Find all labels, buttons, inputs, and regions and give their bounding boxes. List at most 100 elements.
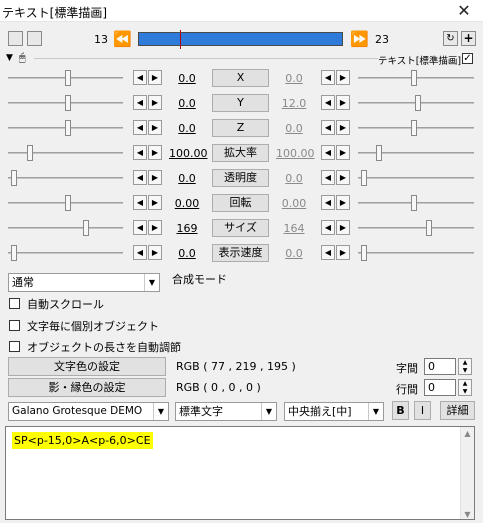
shadow-color-button[interactable]: 影・縁色の設定: [8, 378, 166, 397]
rotation-start-value[interactable]: 0.00: [169, 197, 205, 210]
size-start-increase-icon[interactable]: ▶: [148, 220, 162, 235]
timeline-bar[interactable]: [138, 30, 343, 49]
opacity-start-decrease-icon[interactable]: ◀: [133, 170, 147, 185]
char-spacing-spinner[interactable]: ▲ ▼: [458, 358, 472, 375]
loop-icon[interactable]: ↻: [443, 31, 458, 46]
x-end-value[interactable]: 0.0: [276, 72, 312, 85]
speed-start-slider-track[interactable]: [8, 252, 123, 254]
speed-start-value[interactable]: 0.0: [169, 247, 205, 260]
speed-start-increase-icon[interactable]: ▶: [148, 245, 162, 260]
y-end-decrease-icon[interactable]: ◀: [321, 95, 335, 110]
y-start-value[interactable]: 0.0: [169, 97, 205, 110]
scale-start-increase-icon[interactable]: ▶: [148, 145, 162, 160]
z-end-slider-thumb[interactable]: [411, 120, 417, 136]
opacity-start-increase-icon[interactable]: ▶: [148, 170, 162, 185]
scrollbar[interactable]: ▲ ▼: [460, 427, 474, 519]
x-start-slider-thumb[interactable]: [65, 70, 71, 86]
scale-start-decrease-icon[interactable]: ◀: [133, 145, 147, 160]
y-end-value[interactable]: 12.0: [276, 97, 312, 110]
size-end-slider-track[interactable]: [358, 227, 474, 229]
speed-end-slider-track[interactable]: [358, 252, 474, 254]
scale-start-value[interactable]: 100.00: [169, 147, 208, 160]
rotation-end-increase-icon[interactable]: ▶: [336, 195, 350, 210]
opacity-end-increase-icon[interactable]: ▶: [336, 170, 350, 185]
size-start-slider-track[interactable]: [8, 227, 123, 229]
rotation-start-slider-thumb[interactable]: [65, 195, 71, 211]
scale-end-increase-icon[interactable]: ▶: [336, 145, 350, 160]
size-end-value[interactable]: 164: [276, 222, 312, 235]
speed-param-button[interactable]: 表示速度: [212, 244, 269, 262]
bold-button[interactable]: B: [392, 401, 409, 420]
scale-start-slider-track[interactable]: [8, 152, 123, 154]
x-end-increase-icon[interactable]: ▶: [336, 70, 350, 85]
rotation-end-slider-thumb[interactable]: [411, 195, 417, 211]
detail-button[interactable]: 詳細: [440, 401, 475, 420]
size-end-decrease-icon[interactable]: ◀: [321, 220, 335, 235]
rotation-start-increase-icon[interactable]: ▶: [148, 195, 162, 210]
y-start-increase-icon[interactable]: ▶: [148, 95, 162, 110]
z-start-value[interactable]: 0.0: [169, 122, 205, 135]
opacity-start-value[interactable]: 0.0: [169, 172, 205, 185]
rotation-param-button[interactable]: 回転: [212, 194, 269, 212]
speed-end-value[interactable]: 0.0: [276, 247, 312, 260]
z-param-button[interactable]: Z: [212, 119, 269, 137]
size-param-button[interactable]: サイズ: [212, 219, 269, 237]
scale-end-decrease-icon[interactable]: ◀: [321, 145, 335, 160]
opacity-param-button[interactable]: 透明度: [212, 169, 269, 187]
rotation-start-decrease-icon[interactable]: ◀: [133, 195, 147, 210]
scale-end-value[interactable]: 100.00: [276, 147, 315, 160]
x-param-button[interactable]: X: [212, 69, 269, 87]
font-family-select[interactable]: Galano Grotesque DEMO ▼: [8, 402, 169, 421]
prev-frame-button[interactable]: ⏪: [113, 31, 132, 47]
opacity-end-slider-thumb[interactable]: [361, 170, 367, 186]
opacity-end-value[interactable]: 0.0: [276, 172, 312, 185]
speed-end-slider-thumb[interactable]: [361, 245, 367, 261]
x-start-increase-icon[interactable]: ▶: [148, 70, 162, 85]
x-end-decrease-icon[interactable]: ◀: [321, 70, 335, 85]
settings-icon[interactable]: [8, 31, 23, 46]
char-spacing-input[interactable]: 0: [424, 358, 456, 375]
scroll-up-icon[interactable]: ▲: [461, 429, 474, 438]
auto-length-checkbox[interactable]: [9, 341, 20, 352]
auto-scroll-checkbox[interactable]: [9, 298, 20, 309]
y-end-slider-thumb[interactable]: [415, 95, 421, 111]
add-icon[interactable]: +: [461, 31, 476, 46]
rotation-end-value[interactable]: 0.00: [276, 197, 312, 210]
scale-start-slider-thumb[interactable]: [27, 145, 33, 161]
y-start-decrease-icon[interactable]: ◀: [133, 95, 147, 110]
rotation-end-decrease-icon[interactable]: ◀: [321, 195, 335, 210]
y-param-button[interactable]: Y: [212, 94, 269, 112]
size-start-value[interactable]: 169: [169, 222, 205, 235]
x-start-decrease-icon[interactable]: ◀: [133, 70, 147, 85]
y-start-slider-thumb[interactable]: [65, 95, 71, 111]
speed-end-decrease-icon[interactable]: ◀: [321, 245, 335, 260]
size-start-slider-thumb[interactable]: [83, 220, 89, 236]
scale-param-button[interactable]: 拡大率: [212, 144, 269, 162]
speed-start-decrease-icon[interactable]: ◀: [133, 245, 147, 260]
italic-button[interactable]: I: [414, 401, 431, 420]
size-start-decrease-icon[interactable]: ◀: [133, 220, 147, 235]
text-color-button[interactable]: 文字色の設定: [8, 357, 166, 376]
z-end-decrease-icon[interactable]: ◀: [321, 120, 335, 135]
camera-icon[interactable]: [27, 31, 42, 46]
x-start-value[interactable]: 0.0: [169, 72, 205, 85]
speed-end-increase-icon[interactable]: ▶: [336, 245, 350, 260]
next-frame-button[interactable]: ⏩: [350, 31, 369, 47]
per-char-object-checkbox[interactable]: [9, 320, 20, 331]
size-end-slider-thumb[interactable]: [426, 220, 432, 236]
blend-mode-select[interactable]: 通常 ▼: [8, 273, 160, 292]
opacity-start-slider-thumb[interactable]: [11, 170, 17, 186]
line-spacing-input[interactable]: 0: [424, 379, 456, 396]
line-spacing-spinner[interactable]: ▲ ▼: [458, 379, 472, 396]
opacity-end-decrease-icon[interactable]: ◀: [321, 170, 335, 185]
close-icon[interactable]: ✕: [449, 0, 479, 22]
z-end-increase-icon[interactable]: ▶: [336, 120, 350, 135]
z-start-increase-icon[interactable]: ▶: [148, 120, 162, 135]
z-end-value[interactable]: 0.0: [276, 122, 312, 135]
scroll-down-icon[interactable]: ▼: [461, 510, 474, 519]
text-input[interactable]: SP<p-15,0>A<p-6,0>CE ▲ ▼: [5, 426, 475, 520]
scale-end-slider-thumb[interactable]: [376, 145, 382, 161]
opacity-end-slider-track[interactable]: [358, 177, 474, 179]
y-end-increase-icon[interactable]: ▶: [336, 95, 350, 110]
speed-start-slider-thumb[interactable]: [11, 245, 17, 261]
